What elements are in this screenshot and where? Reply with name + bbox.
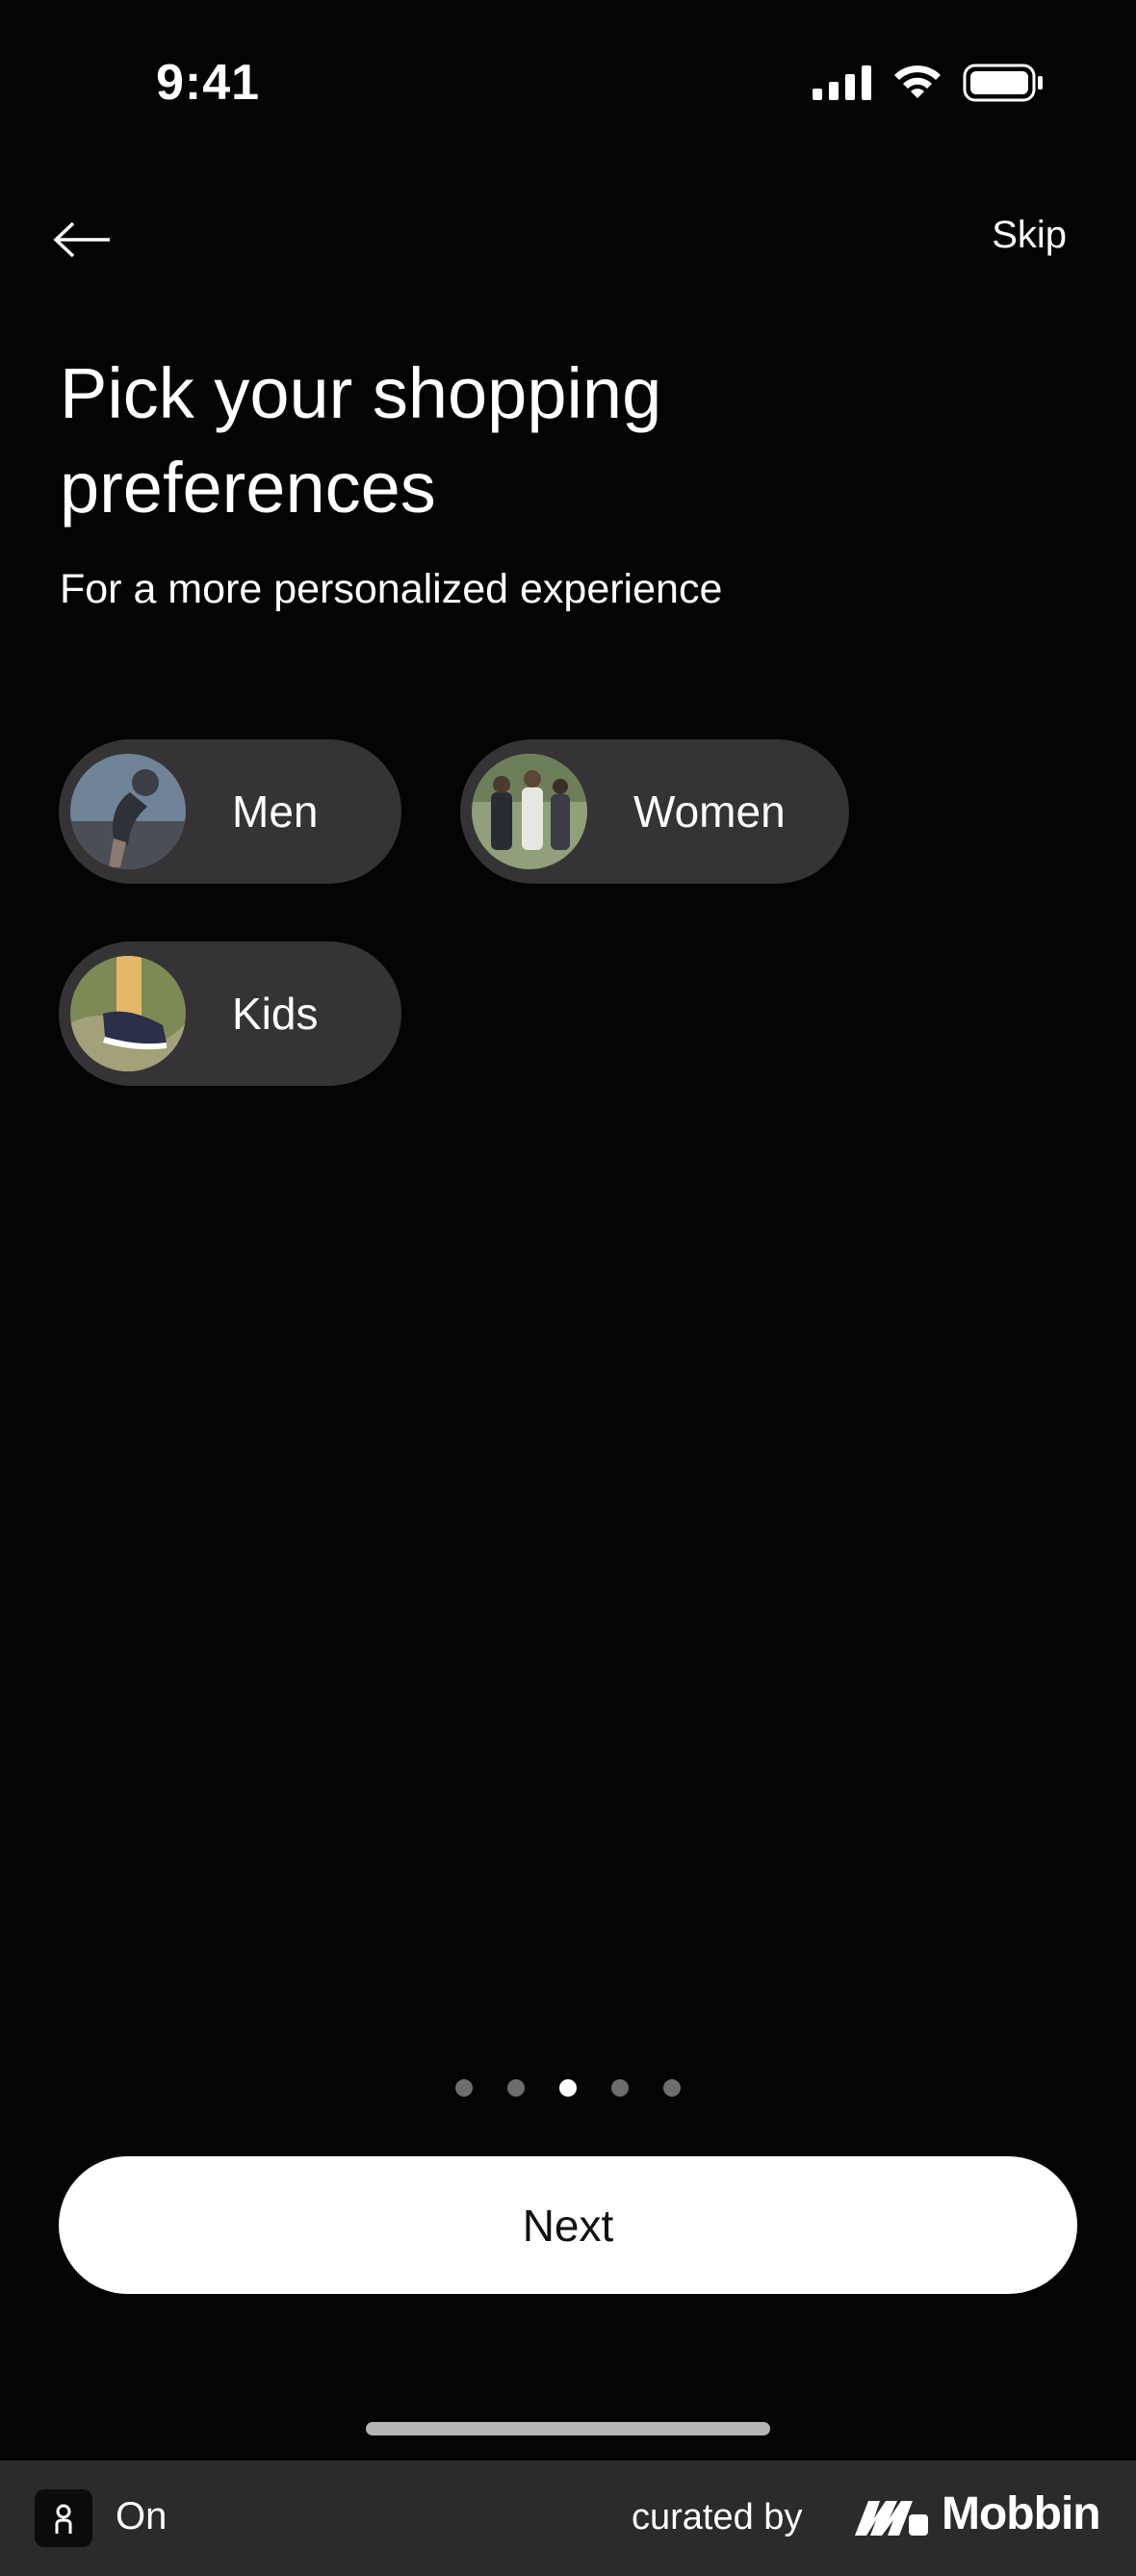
page-subtitle: For a more personalized experience <box>60 566 723 612</box>
pagination-dot <box>507 2079 525 2097</box>
battery-icon <box>963 64 1043 102</box>
preference-label: Men <box>232 786 319 837</box>
skip-button[interactable]: Skip <box>992 214 1067 257</box>
wifi-icon <box>894 65 941 98</box>
preference-chip-men[interactable]: Men <box>59 739 401 884</box>
top-nav: Skip <box>0 193 1136 289</box>
on-logo-icon <box>35 2489 92 2547</box>
preference-chip-women[interactable]: Women <box>460 739 849 884</box>
preference-chip-kids[interactable]: Kids <box>59 941 401 1086</box>
status-time: 9:41 <box>156 55 261 111</box>
preference-label: Women <box>633 786 786 837</box>
on-label: On <box>116 2495 168 2537</box>
pagination-dot <box>611 2079 629 2097</box>
men-avatar <box>70 754 186 869</box>
status-icons <box>813 64 1044 102</box>
back-button[interactable] <box>52 216 114 264</box>
curated-by-label: curated by <box>632 2497 803 2537</box>
cellular-signal-icon <box>813 65 871 100</box>
mobbin-logo-icon <box>855 2501 928 2536</box>
mobbin-brand: Mobbin <box>942 2488 1101 2539</box>
status-bar: 9:41 <box>0 0 1136 173</box>
pagination-dot <box>455 2079 473 2097</box>
kids-avatar <box>70 956 186 1071</box>
next-button[interactable]: Next <box>59 2156 1077 2294</box>
home-indicator <box>366 2422 770 2435</box>
pagination-dot-active <box>559 2079 577 2097</box>
pagination-dot <box>663 2079 681 2097</box>
arrow-left-icon <box>53 221 110 258</box>
footer-bar: On curated by Mobbin <box>0 2460 1136 2576</box>
preference-label: Kids <box>232 989 319 1039</box>
pagination-dots <box>0 2079 1136 2097</box>
women-avatar <box>472 754 587 869</box>
page-title: Pick your shopping preferences <box>60 353 662 528</box>
